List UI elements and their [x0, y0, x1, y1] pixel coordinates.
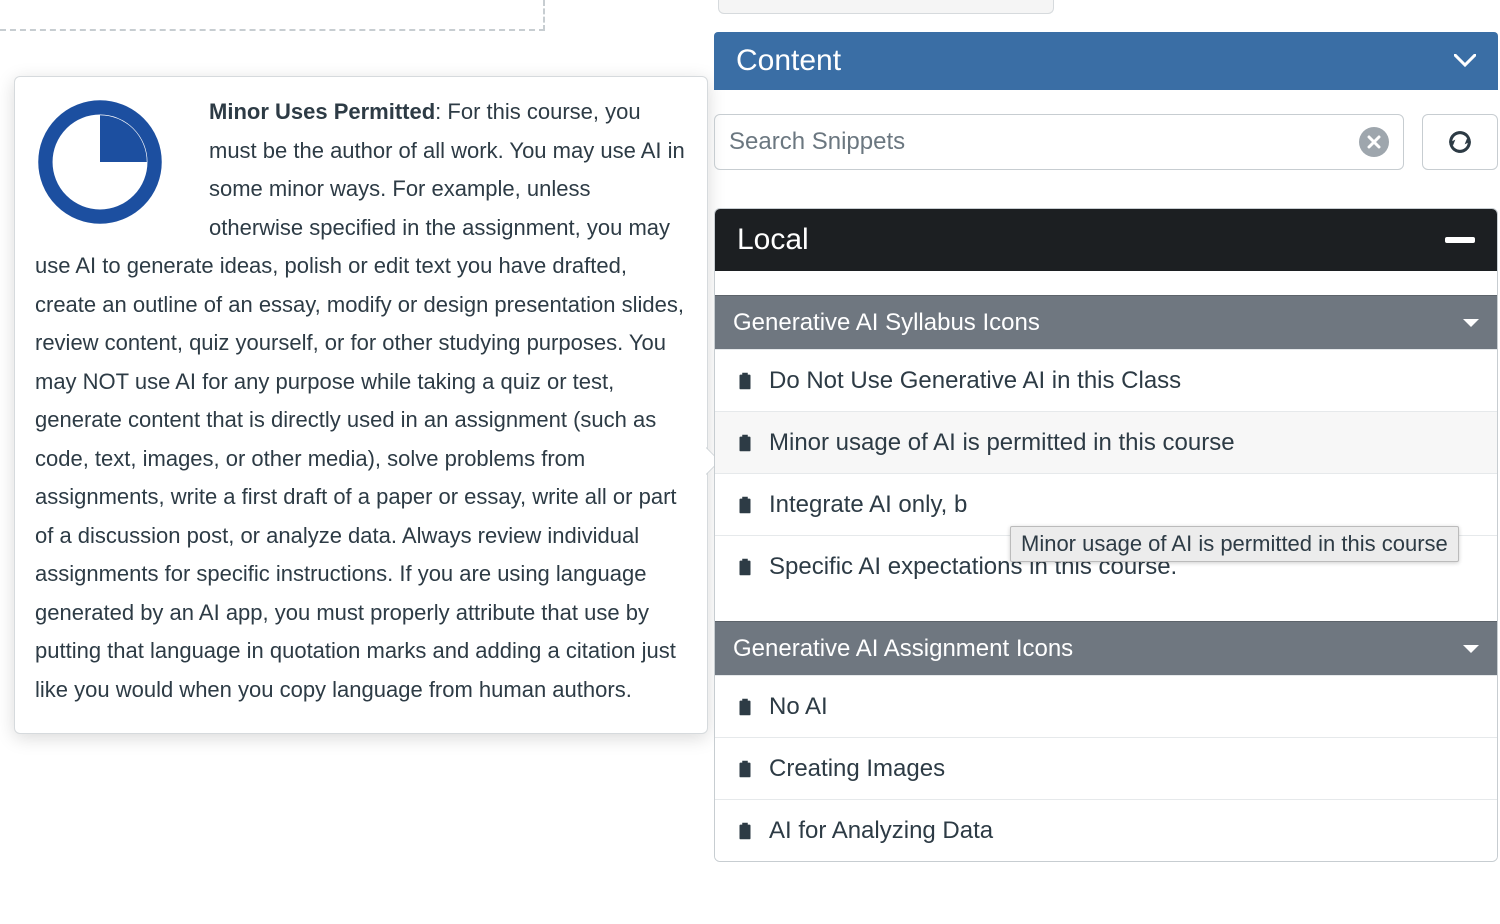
clipboard-icon — [733, 695, 757, 719]
snippet-label: Minor usage of AI is permitted in this c… — [769, 429, 1235, 457]
clipboard-icon — [733, 431, 757, 455]
search-placeholder: Search Snippets — [729, 128, 1359, 156]
local-panel-title: Local — [737, 223, 809, 257]
snippet-label: AI for Analyzing Data — [769, 817, 993, 845]
snippet-item-minor-usage-ai[interactable]: Minor usage of AI is permitted in this c… — [715, 411, 1497, 473]
clipboard-icon — [733, 369, 757, 393]
snippet-label: Integrate AI only, b — [769, 491, 967, 519]
group-title: Generative AI Assignment Icons — [733, 635, 1073, 663]
group-title: Generative AI Syllabus Icons — [733, 309, 1040, 337]
chevron-down-icon — [1463, 645, 1479, 653]
group-header-assignment-icons[interactable]: Generative AI Assignment Icons — [715, 621, 1497, 675]
search-input[interactable]: Search Snippets — [714, 114, 1404, 170]
clipboard-icon — [733, 493, 757, 517]
snippet-item-do-not-use-ai[interactable]: Do Not Use Generative AI in this Class — [715, 349, 1497, 411]
native-tooltip: Minor usage of AI is permitted in this c… — [1010, 526, 1459, 562]
collapse-icon — [1445, 237, 1475, 243]
local-panel-header[interactable]: Local — [715, 209, 1497, 271]
clipboard-icon — [733, 819, 757, 843]
clear-search-icon[interactable] — [1359, 127, 1389, 157]
pie-quarter-icon — [35, 97, 165, 227]
toolbar-ghost-row — [712, 0, 1500, 14]
group-header-syllabus-icons[interactable]: Generative AI Syllabus Icons — [715, 295, 1497, 349]
snippet-label: Creating Images — [769, 755, 945, 783]
callout-title: Minor Uses Permitted — [209, 99, 435, 124]
group-spacer — [715, 597, 1497, 621]
snippet-item-ai-analyzing-data[interactable]: AI for Analyzing Data — [715, 799, 1497, 861]
snippet-item-no-ai[interactable]: No AI — [715, 675, 1497, 737]
chevron-down-icon — [1463, 319, 1479, 327]
snippet-preview-callout: Minor Uses Permitted: For this course, y… — [14, 76, 708, 734]
group-spacer — [715, 271, 1497, 295]
chevron-down-icon — [1454, 48, 1476, 74]
dashed-drop-zone — [0, 0, 545, 31]
clipboard-icon — [733, 555, 757, 579]
content-panel-title: Content — [736, 44, 841, 78]
toolbar-ghost — [718, 0, 1054, 14]
clipboard-icon — [733, 757, 757, 781]
content-sidebar: Content Search Snippets Local Generative… — [712, 0, 1500, 862]
snippet-item-creating-images[interactable]: Creating Images — [715, 737, 1497, 799]
snippet-label: No AI — [769, 693, 828, 721]
refresh-button[interactable] — [1422, 114, 1498, 170]
search-row: Search Snippets — [712, 90, 1500, 190]
content-panel-header[interactable]: Content — [714, 32, 1498, 90]
tooltip-text: Minor usage of AI is permitted in this c… — [1021, 531, 1448, 556]
snippet-label: Do Not Use Generative AI in this Class — [769, 367, 1181, 395]
